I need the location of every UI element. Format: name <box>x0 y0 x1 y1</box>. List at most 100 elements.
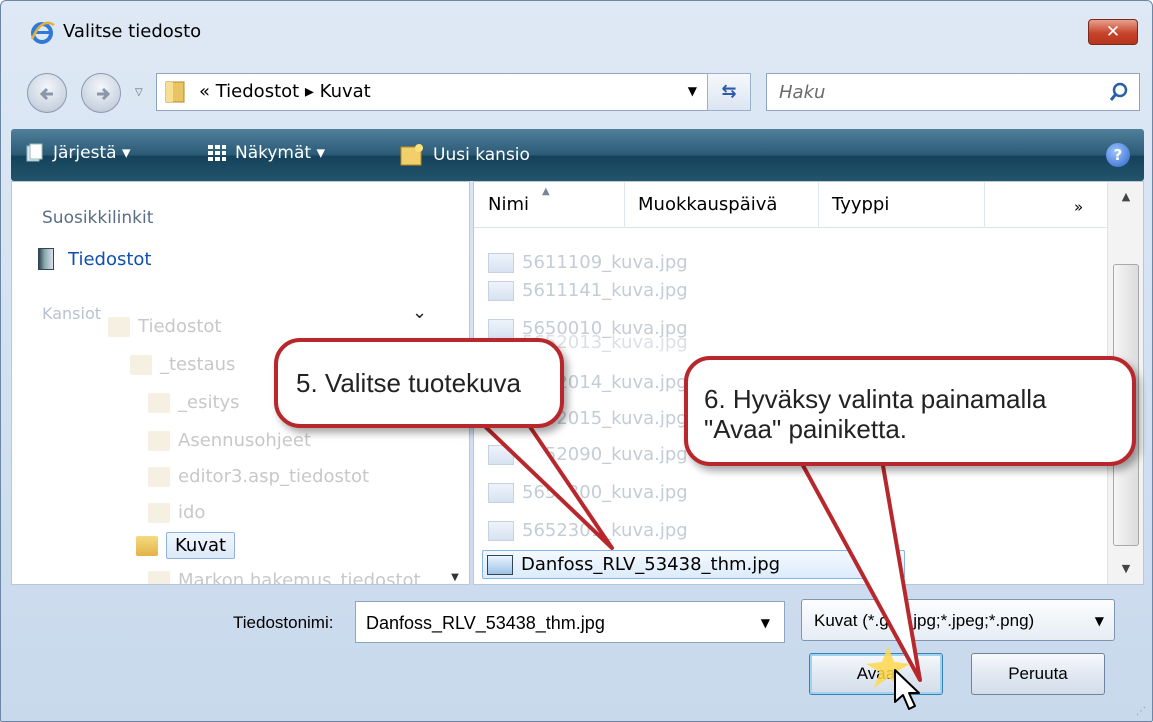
more-columns-chevron-icon[interactable]: » <box>1074 198 1083 216</box>
file-name: 5611109_kuva.jpg <box>522 252 688 273</box>
image-file-icon <box>488 444 514 465</box>
recent-pages-chevron-icon[interactable]: ▽ <box>135 87 143 98</box>
address-dropdown-icon[interactable]: ▼ <box>688 84 697 98</box>
tree-item-label: editor3.asp_tiedostot <box>178 466 370 487</box>
column-header-type[interactable]: Tyyppi <box>832 194 889 215</box>
file-row[interactable]: 5611109_kuva.jpg <box>488 252 688 273</box>
tree-item-label: Asennusohjeet <box>178 430 311 451</box>
column-header-row: ▲ Nimi Muokkauspäivä Tyyppi » <box>474 182 1108 228</box>
tree-item-testaus[interactable]: _testaus <box>130 354 235 375</box>
folder-icon <box>148 502 170 523</box>
image-file-icon <box>487 554 513 575</box>
folder-icon <box>148 392 170 413</box>
image-file-icon <box>488 252 514 273</box>
folder-icon <box>148 570 170 584</box>
tree-item-label: _esitys <box>178 392 240 413</box>
column-divider[interactable] <box>624 182 625 228</box>
column-divider[interactable] <box>984 182 985 228</box>
tree-item-label: _testaus <box>160 354 236 375</box>
file-name: 5611141_kuva.jpg <box>522 280 688 301</box>
scroll-down-arrow-icon[interactable]: ▼ <box>1108 554 1143 584</box>
file-name: Danfoss_RLV_53438_thm.jpg <box>521 554 781 575</box>
new-folder-icon <box>400 144 423 166</box>
column-header-modified[interactable]: Muokkauspäivä <box>638 194 777 215</box>
tree-item-tiedostot[interactable]: Tiedostot <box>108 316 221 337</box>
tree-item-label: Kuvat <box>166 532 236 559</box>
documents-icon <box>38 248 54 270</box>
views-grid-icon <box>208 145 226 161</box>
title-bar: Valitse tiedosto ✕ <box>1 1 1152 67</box>
window-title: Valitse tiedosto <box>63 21 202 42</box>
favorites-title: Suosikkilinkit <box>42 208 154 228</box>
image-file-icon <box>488 280 514 301</box>
favorite-link-tiedostot[interactable]: Tiedostot <box>38 248 151 270</box>
file-name: 5652300_kuva.jpg <box>522 482 688 503</box>
forward-arrow-icon <box>97 87 111 101</box>
annotation-step-5: 5. Valitse tuotekuva <box>274 338 564 428</box>
image-file-icon <box>488 482 514 503</box>
search-icon[interactable] <box>1109 82 1129 102</box>
help-icon[interactable]: ? <box>1106 143 1130 167</box>
address-bar[interactable]: « Tiedostot ▸ Kuvat ▼ <box>156 73 748 111</box>
refresh-icon[interactable]: ⇆ <box>707 73 751 111</box>
file-row[interactable]: 5652300_kuva.jpg <box>488 482 688 503</box>
file-row-selected[interactable]: Danfoss_RLV_53438_thm.jpg <box>482 550 906 579</box>
folder-icon <box>108 316 130 337</box>
folder-icon <box>148 466 170 487</box>
forward-button[interactable] <box>81 73 121 113</box>
tree-item-esitys[interactable]: _esitys <box>148 392 240 413</box>
tree-item-ido[interactable]: ido <box>148 502 205 523</box>
tree-item-label: Tiedostot <box>138 316 222 337</box>
scroll-down-arrow-icon[interactable]: ▼ <box>445 572 465 584</box>
column-header-name[interactable]: Nimi <box>488 194 529 215</box>
tree-item-kuvat[interactable]: Kuvat <box>136 532 236 559</box>
file-name: 5652301_kuva.jpg <box>522 520 688 541</box>
open-button[interactable]: Avaa <box>809 653 943 695</box>
search-placeholder: Haku <box>779 82 826 103</box>
tree-item-label: ido <box>178 502 206 523</box>
favorite-link-label: Tiedostot <box>68 248 152 270</box>
folder-icon <box>165 81 185 103</box>
search-input[interactable]: Haku <box>766 73 1140 111</box>
back-arrow-icon <box>39 87 53 101</box>
tree-item-markon[interactable]: Markon hakemus_tiedostot <box>148 570 421 585</box>
filename-value: Danfoss_RLV_53438_thm.jpg <box>366 613 605 633</box>
folders-title[interactable]: Kansiot <box>42 304 101 323</box>
file-row[interactable]: 5611141_kuva.jpg <box>488 280 688 301</box>
close-button[interactable]: ✕ <box>1088 19 1138 45</box>
new-folder-button[interactable]: Uusi kansio <box>399 143 530 167</box>
folder-icon <box>148 430 170 451</box>
annotation-step-6-line2: "Avaa" painiketta. <box>704 414 907 444</box>
filename-dropdown-icon[interactable]: ▼ <box>761 616 770 630</box>
file-name: 5652090_kuva.jpg <box>522 444 688 465</box>
views-label: Näkymät ▾ <box>235 143 326 163</box>
back-button[interactable] <box>27 73 67 113</box>
sort-ascending-icon: ▲ <box>542 186 550 197</box>
organize-button[interactable]: Järjestä ▾ <box>25 143 130 163</box>
folder-icon <box>136 535 158 556</box>
organize-label: Järjestä ▾ <box>53 143 131 163</box>
views-button[interactable]: Näkymät ▾ <box>207 143 325 163</box>
file-type-filter[interactable]: Kuvat (*.gif;*.jpg;*.jpeg;*.png) ▼ <box>801 599 1115 641</box>
filename-input[interactable]: Danfoss_RLV_53438_thm.jpg ▼ <box>355 601 785 643</box>
file-row[interactable]: 5652090_kuva.jpg <box>488 444 688 465</box>
mouse-cursor-icon <box>894 669 920 710</box>
image-file-icon <box>488 520 514 541</box>
new-folder-label: Uusi kansio <box>433 145 530 165</box>
breadcrumb[interactable]: « Tiedostot ▸ Kuvat <box>199 81 371 102</box>
resize-grip-icon[interactable]: ⋰ <box>1136 706 1146 717</box>
annotation-step-5-text: 5. Valitse tuotekuva <box>296 368 521 398</box>
chevron-down-icon[interactable]: ⌄ <box>412 302 427 323</box>
tree-item-asennusohjeet[interactable]: Asennusohjeet <box>148 430 311 451</box>
tree-item-editor3[interactable]: editor3.asp_tiedostot <box>148 466 369 487</box>
internet-explorer-icon <box>30 21 55 44</box>
organize-icon <box>26 143 43 162</box>
cancel-button[interactable]: Peruuta <box>971 653 1105 695</box>
scroll-up-arrow-icon[interactable]: ▲ <box>1108 182 1143 212</box>
file-row[interactable]: 5652301_kuva.jpg <box>488 520 688 541</box>
annotation-step-6-line1: 6. Hyväksy valinta painamalla <box>704 384 1047 414</box>
annotation-step-6: 6. Hyväksy valinta painamalla "Avaa" pai… <box>684 356 1136 466</box>
filter-dropdown-icon[interactable]: ▼ <box>1095 614 1104 628</box>
tree-item-label: Markon hakemus_tiedostot <box>178 570 421 585</box>
column-divider[interactable] <box>818 182 819 228</box>
